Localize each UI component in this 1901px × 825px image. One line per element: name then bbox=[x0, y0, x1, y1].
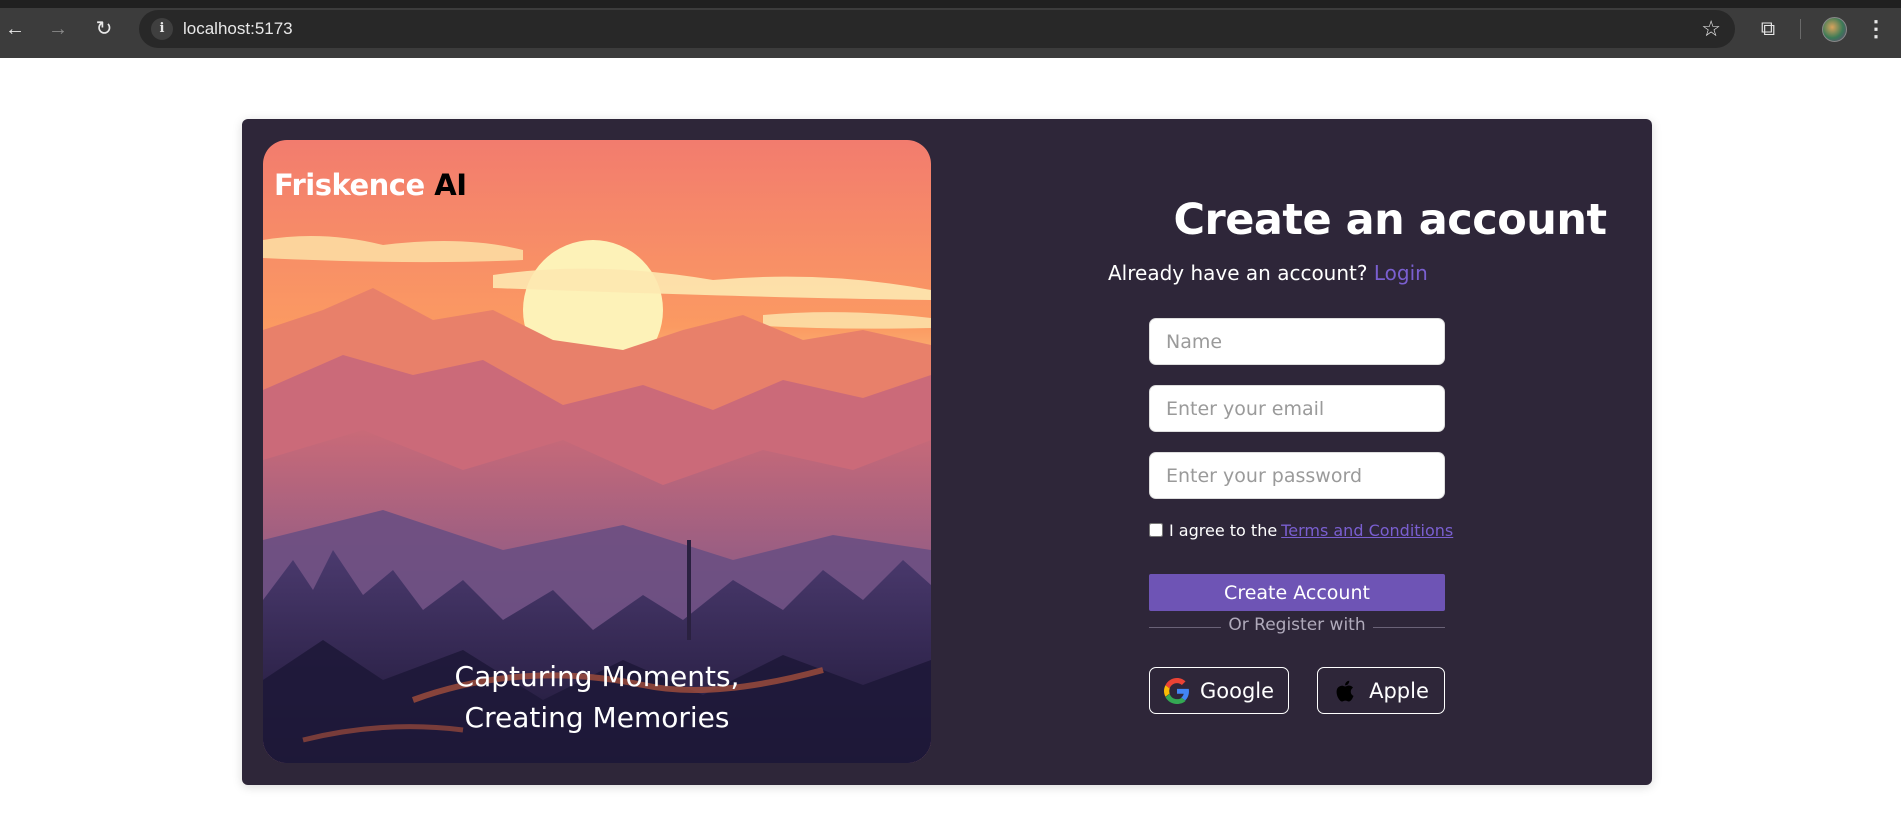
password-input[interactable] bbox=[1149, 452, 1445, 499]
signup-card: Friskence AI Capturing Moments, Creating… bbox=[242, 119, 1652, 785]
terms-checkbox[interactable] bbox=[1149, 523, 1163, 537]
name-input[interactable] bbox=[1149, 318, 1445, 365]
site-info-icon[interactable]: i bbox=[151, 18, 173, 40]
terms-row: I agree to the Terms and Conditions bbox=[1149, 520, 1453, 540]
hero-caption: Capturing Moments, Creating Memories bbox=[263, 656, 931, 738]
browser-toolbar: ← → ↻ i localhost:5173 ☆ ⧉ ⋮ bbox=[0, 0, 1901, 58]
register-divider: Or Register with bbox=[1149, 615, 1445, 639]
apple-icon bbox=[1333, 678, 1359, 704]
brand-name: Friskence bbox=[274, 168, 425, 202]
hero-image: Friskence AI Capturing Moments, Creating… bbox=[263, 140, 931, 763]
divider-line-right bbox=[1373, 627, 1445, 628]
terms-link[interactable]: Terms and Conditions bbox=[1281, 521, 1453, 540]
login-link[interactable]: Login bbox=[1374, 261, 1428, 285]
tab-strip bbox=[0, 0, 1901, 8]
terms-label: I agree to the bbox=[1169, 520, 1278, 540]
browser-menu-icon[interactable]: ⋮ bbox=[1864, 14, 1888, 44]
extensions-icon[interactable]: ⧉ bbox=[1754, 15, 1782, 43]
hero-caption-line1: Capturing Moments, bbox=[454, 660, 740, 693]
google-button[interactable]: Google bbox=[1149, 667, 1289, 714]
google-label: Google bbox=[1199, 678, 1275, 703]
profile-avatar[interactable] bbox=[1822, 17, 1847, 42]
divider-text: Or Register with bbox=[1228, 615, 1366, 635]
brand-logo: Friskence AI bbox=[274, 168, 467, 202]
apple-label: Apple bbox=[1369, 678, 1429, 703]
create-account-button[interactable]: Create Account bbox=[1149, 574, 1445, 611]
back-icon[interactable]: ← bbox=[0, 14, 30, 44]
bookmark-star-icon[interactable]: ☆ bbox=[1701, 16, 1721, 42]
login-prompt: Already have an account? Login bbox=[1108, 261, 1428, 285]
apple-button[interactable]: Apple bbox=[1317, 667, 1445, 714]
hero-caption-line2: Creating Memories bbox=[464, 701, 730, 734]
brand-suffix: AI bbox=[434, 168, 467, 202]
google-icon bbox=[1163, 677, 1190, 704]
forward-icon[interactable]: → bbox=[43, 14, 73, 44]
address-bar[interactable]: i localhost:5173 ☆ bbox=[139, 10, 1735, 48]
page-title: Create an account bbox=[1173, 195, 1607, 245]
reload-icon[interactable]: ↻ bbox=[89, 14, 119, 44]
toolbar-separator bbox=[1800, 19, 1801, 39]
email-input[interactable] bbox=[1149, 385, 1445, 432]
url-text[interactable]: localhost:5173 bbox=[183, 19, 293, 39]
login-prompt-text: Already have an account? bbox=[1108, 261, 1368, 285]
